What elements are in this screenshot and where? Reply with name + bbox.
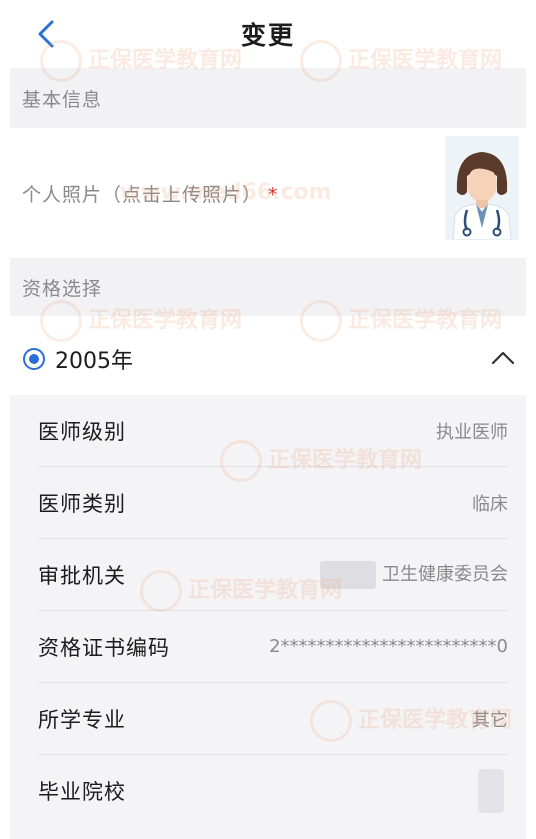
detail-row-major: 所学专业 其它 <box>38 683 508 755</box>
detail-label: 医师级别 <box>38 419 126 444</box>
detail-row-doctor-category: 医师类别 临床 <box>38 467 508 539</box>
year-radio[interactable] <box>23 348 45 370</box>
qualification-year-row[interactable]: 2005年 <box>10 330 526 388</box>
doctor-avatar-icon <box>445 136 519 241</box>
avatar[interactable] <box>445 136 519 241</box>
detail-row-approval-authority: 审批机关 卫生健康委员会 <box>38 539 508 611</box>
redacted-block <box>320 561 376 589</box>
redacted-block <box>478 769 504 813</box>
detail-value-wrapper: 卫生健康委员会 <box>320 560 508 589</box>
radio-selected-dot <box>29 354 39 364</box>
photo-label-text: 个人照片（点击上传照片） <box>22 184 263 206</box>
detail-value: 临床 <box>472 493 508 515</box>
chevron-up-icon <box>491 351 515 365</box>
detail-value: 2************************0 <box>269 636 508 657</box>
detail-row-certificate-code: 资格证书编码 2************************0 <box>38 611 508 683</box>
year-label: 2005年 <box>55 349 133 374</box>
section-header-qualification: 资格选择 <box>10 258 526 316</box>
detail-label: 毕业院校 <box>38 780 126 804</box>
top-bar: 变更 <box>0 0 536 68</box>
page-title: 变更 <box>240 21 295 50</box>
detail-value: 卫生健康委员会 <box>382 564 508 585</box>
detail-value: 执业医师 <box>436 421 508 443</box>
detail-row-school: 毕业院校 <box>38 755 508 827</box>
detail-label: 所学专业 <box>38 707 126 732</box>
detail-label: 审批机关 <box>38 563 126 588</box>
required-mark: * <box>268 184 279 206</box>
detail-value: 其它 <box>472 709 508 731</box>
collapse-button[interactable] <box>490 347 516 369</box>
detail-label: 医师类别 <box>38 491 126 516</box>
qualification-details: 医师级别 执业医师 医师类别 临床 审批机关 卫生健康委员会 资格证书编码 2*… <box>10 395 526 839</box>
photo-label: 个人照片（点击上传照片） * <box>22 180 279 207</box>
detail-label: 资格证书编码 <box>38 635 170 660</box>
detail-row-doctor-level: 医师级别 执业医师 <box>38 395 508 467</box>
photo-upload-row[interactable]: 个人照片（点击上传照片） * <box>10 128 526 258</box>
section-header-basic-info: 基本信息 <box>10 68 526 128</box>
